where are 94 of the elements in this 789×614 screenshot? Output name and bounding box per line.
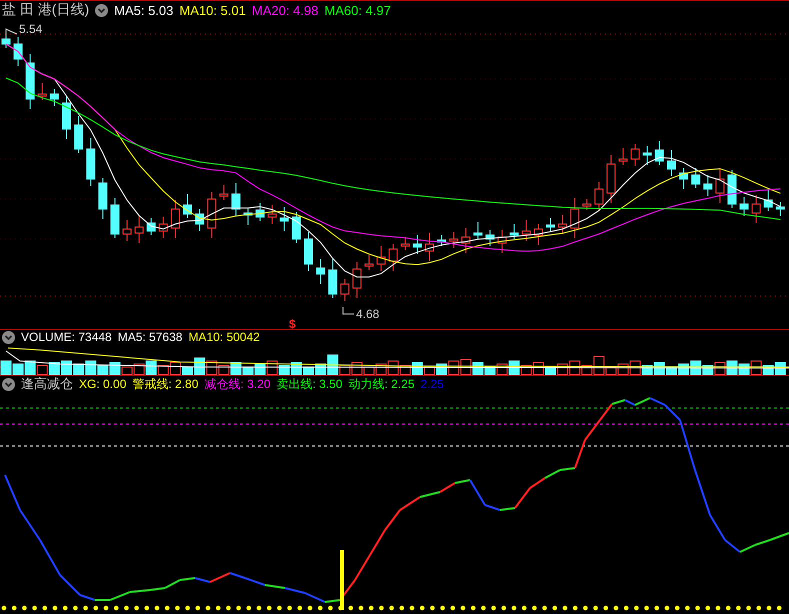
volume-bar <box>48 362 60 375</box>
candlestick <box>486 230 494 246</box>
candlestick <box>268 204 277 224</box>
candlestick <box>534 224 543 246</box>
candlestick <box>546 218 555 232</box>
indicator-value: VOLUME: 73448 <box>21 330 112 344</box>
candlestick <box>98 178 108 220</box>
price-marker-drawing: 4.68 <box>342 306 380 321</box>
candlestick <box>437 234 446 246</box>
candlestick <box>195 208 204 232</box>
indicator-value: 动力线: 2.25 <box>348 376 414 392</box>
candlestick <box>62 96 71 140</box>
indicator-value: 卖出线: 3.50 <box>276 376 342 392</box>
indicator-value: 警戒线: 2.80 <box>132 376 198 392</box>
candlestick <box>412 234 422 254</box>
volume-bar <box>0 360 12 375</box>
candlestick <box>256 202 265 222</box>
candlestick <box>38 82 47 100</box>
candlestick <box>679 168 688 190</box>
candlestick <box>244 208 252 226</box>
candlestick <box>376 246 386 272</box>
candlestick <box>667 150 676 176</box>
candlestick <box>170 200 180 238</box>
candlestick <box>473 222 482 240</box>
candlestick <box>558 214 568 234</box>
candlestick <box>74 116 84 154</box>
candlestick <box>158 216 168 238</box>
candlestick <box>691 168 700 188</box>
candlestick <box>703 174 712 196</box>
candlestick <box>134 216 144 244</box>
candlestick <box>606 154 616 204</box>
candlestick <box>740 196 749 216</box>
candlestick <box>764 188 773 212</box>
candlestick <box>752 194 761 224</box>
indicator-value: MA10: 50042 <box>188 330 260 344</box>
candlestick <box>388 244 398 272</box>
panel-title: 逢高减仓 <box>21 375 73 393</box>
indicator-value: XG: 0.00 <box>79 377 126 391</box>
panel-title: 盐 田 港(日线) <box>2 1 90 19</box>
candlestick <box>400 236 410 250</box>
candlestick <box>776 202 785 216</box>
volume-bar <box>61 360 72 375</box>
indicator-value: MA20: 4.98 <box>252 2 318 18</box>
candlestick <box>570 198 580 238</box>
volume-bar <box>12 364 24 375</box>
candlestick <box>461 228 470 254</box>
candlestick <box>110 198 120 238</box>
candlestick <box>122 220 132 242</box>
volume-bar <box>254 364 266 375</box>
volume-bar <box>134 364 145 375</box>
candlestick <box>510 224 519 240</box>
candlestick <box>183 194 192 218</box>
candlestick <box>654 140 664 166</box>
candlestick <box>280 206 289 232</box>
indicator-value: 减仓线: 3.20 <box>204 376 270 392</box>
candlestick <box>498 230 507 254</box>
candlestick <box>715 168 724 204</box>
candlestick <box>364 254 374 270</box>
dropdown-icon[interactable] <box>2 330 15 344</box>
candlestick <box>594 182 604 212</box>
candlestick <box>425 232 434 262</box>
candlestick <box>340 278 350 302</box>
signal-mark: $ <box>289 317 296 329</box>
candlestick <box>449 232 458 248</box>
candlestick <box>50 88 59 106</box>
candlestick <box>26 54 35 110</box>
candlestick <box>522 220 531 242</box>
candlestick <box>352 262 362 298</box>
dropdown-icon[interactable] <box>2 378 15 390</box>
dropdown-icon[interactable] <box>95 4 108 16</box>
indicator-value: MA5: 57638 <box>118 330 182 344</box>
candlestick <box>207 192 216 238</box>
candlestick <box>304 232 313 272</box>
candlestick <box>630 144 640 166</box>
indicator-value: MA5: 5.03 <box>114 2 174 18</box>
candlestick <box>328 258 338 298</box>
candlestick <box>642 146 652 166</box>
volume-bar <box>73 364 84 375</box>
candlestick <box>292 212 301 244</box>
price-marker-drawing: 5.54 <box>6 22 42 36</box>
indicator-value: MA60: 4.97 <box>324 2 391 18</box>
candlestick <box>219 184 228 200</box>
indicator-value: 2.25 <box>420 377 444 391</box>
candlestick <box>86 138 96 186</box>
candlestick <box>2 34 10 48</box>
candlestick <box>316 258 326 284</box>
candlestick <box>582 198 592 210</box>
candlestick <box>14 36 23 66</box>
signal-bar <box>340 550 344 610</box>
candlestick <box>728 170 736 208</box>
candlestick <box>146 218 156 236</box>
candlestick <box>618 148 628 166</box>
indicator-value: MA10: 5.01 <box>179 2 246 18</box>
candlestick <box>231 182 240 216</box>
